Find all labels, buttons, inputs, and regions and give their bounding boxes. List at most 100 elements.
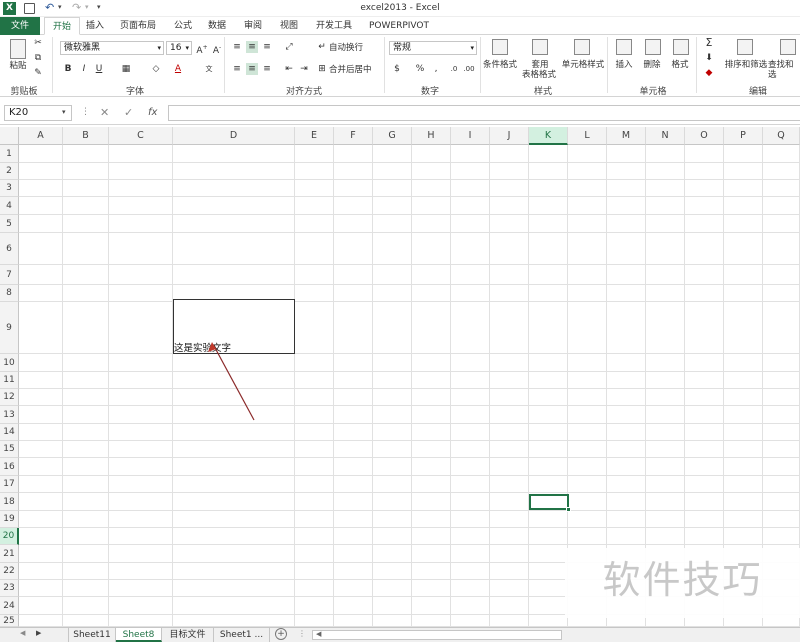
tab-home[interactable]: 开始 [44, 17, 80, 35]
column-header-j[interactable]: J [490, 127, 529, 145]
column-header-q[interactable]: Q [763, 127, 800, 145]
row-header-24[interactable]: 24 [0, 597, 19, 615]
find-select-icon[interactable] [780, 39, 796, 55]
fill-color-icon[interactable]: ◇ [150, 63, 162, 75]
enter-button[interactable]: ✓ [124, 106, 133, 119]
column-header-p[interactable]: P [724, 127, 763, 145]
font-size-select[interactable]: 16 ▾ [166, 41, 192, 55]
delete-cells-button[interactable]: 删除 [640, 60, 664, 70]
row-header-13[interactable]: 13 [0, 406, 19, 424]
select-all-button[interactable] [0, 127, 19, 145]
phonetic-icon[interactable]: 文 [203, 63, 215, 75]
tab-review[interactable]: 审阅 [240, 17, 266, 35]
decrease-indent-icon[interactable]: ⇤ [283, 63, 295, 75]
number-format-select[interactable]: 常规 ▾ [389, 41, 477, 55]
sheet-tab[interactable]: 目标文件 [162, 628, 214, 642]
tab-view[interactable]: 视图 [276, 17, 302, 35]
wrap-text-icon[interactable]: ↵ [316, 41, 328, 53]
conditional-formatting-button[interactable]: 条件格式 [482, 60, 518, 70]
accounting-icon[interactable]: $ [391, 63, 403, 75]
row-header-9[interactable]: 9 [0, 302, 19, 354]
row-header-8[interactable]: 8 [0, 285, 19, 302]
borders-icon[interactable]: ▦ [120, 63, 132, 75]
decrease-font-icon[interactable]: A- [211, 42, 223, 56]
sheet-tab[interactable]: Sheet11 [68, 628, 116, 642]
fill-handle[interactable] [566, 507, 571, 512]
formula-input[interactable] [168, 105, 800, 121]
sort-filter-button[interactable]: 排序和筛选 [724, 60, 768, 70]
paste-icon[interactable] [10, 39, 26, 59]
column-header-a[interactable]: A [19, 127, 63, 145]
bold-button[interactable]: B [62, 63, 74, 75]
row-header-10[interactable]: 10 [0, 354, 19, 372]
underline-button[interactable]: U [93, 63, 105, 75]
row-header-12[interactable]: 12 [0, 389, 19, 406]
increase-decimal-icon[interactable]: .0 [448, 63, 460, 75]
align-center-icon[interactable]: ≡ [246, 63, 258, 75]
delete-cells-icon[interactable] [645, 39, 661, 55]
orientation-icon[interactable]: ⤢ [283, 41, 295, 53]
row-header-20[interactable]: 20 [0, 528, 19, 545]
decrease-decimal-icon[interactable]: .00 [463, 63, 475, 75]
tab-file[interactable]: 文件 [0, 17, 40, 35]
align-right-icon[interactable]: ≡ [261, 63, 273, 75]
row-header-7[interactable]: 7 [0, 265, 19, 285]
column-header-i[interactable]: I [451, 127, 490, 145]
row-header-22[interactable]: 22 [0, 563, 19, 580]
row-header-1[interactable]: 1 [0, 145, 19, 163]
cancel-button[interactable]: ✕ [100, 106, 109, 119]
tab-data[interactable]: 数据 [204, 17, 230, 35]
column-header-m[interactable]: M [607, 127, 646, 145]
scroll-left-icon[interactable]: ◀ [316, 630, 321, 638]
format-cells-icon[interactable] [673, 39, 689, 55]
row-header-3[interactable]: 3 [0, 180, 19, 197]
cell-styles-button[interactable]: 单元格样式 [560, 60, 606, 70]
percent-button[interactable]: % [414, 63, 426, 75]
row-header-18[interactable]: 18 [0, 493, 19, 511]
row-header-15[interactable]: 15 [0, 441, 19, 458]
increase-indent-icon[interactable]: ⇥ [298, 63, 310, 75]
align-left-icon[interactable]: ≡ [231, 63, 243, 75]
tab-page-layout[interactable]: 页面布局 [116, 17, 160, 35]
clear-icon[interactable]: ◆ [703, 67, 715, 79]
tab-insert[interactable]: 插入 [82, 17, 108, 35]
row-header-5[interactable]: 5 [0, 215, 19, 233]
insert-function-button[interactable]: fx [148, 107, 157, 118]
row-header-21[interactable]: 21 [0, 545, 19, 563]
format-painter-icon[interactable]: ✎ [32, 67, 44, 79]
new-sheet-icon[interactable]: + [275, 628, 287, 640]
format-as-table-line2[interactable]: 表格格式 [516, 70, 562, 80]
sheet-tab[interactable]: Sheet1 ... [214, 628, 270, 642]
cell-styles-icon[interactable] [574, 39, 590, 55]
align-top-icon[interactable]: ≡ [231, 41, 243, 53]
column-header-d[interactable]: D [173, 127, 295, 145]
font-name-select[interactable]: 微软雅黑 ▾ [60, 41, 164, 55]
autosum-icon[interactable]: Σ [703, 37, 715, 49]
column-header-b[interactable]: B [63, 127, 109, 145]
column-header-g[interactable]: G [373, 127, 412, 145]
row-header-25[interactable]: 25 [0, 615, 19, 627]
merge-center-button[interactable]: 合并后居中 [329, 65, 379, 75]
tab-powerpivot[interactable]: POWERPIVOT [366, 17, 432, 35]
column-header-o[interactable]: O [685, 127, 724, 145]
row-header-11[interactable]: 11 [0, 372, 19, 389]
column-header-l[interactable]: L [568, 127, 607, 145]
sort-filter-icon[interactable] [737, 39, 753, 55]
row-header-4[interactable]: 4 [0, 197, 19, 215]
horizontal-scrollbar[interactable] [312, 630, 562, 640]
copy-icon[interactable]: ⧉ [32, 52, 44, 64]
row-header-2[interactable]: 2 [0, 163, 19, 180]
comma-button[interactable]: , [430, 63, 442, 75]
align-middle-icon[interactable]: ≡ [246, 41, 258, 53]
column-header-n[interactable]: N [646, 127, 685, 145]
align-bottom-icon[interactable]: ≡ [261, 41, 273, 53]
paste-button-label[interactable]: 粘贴 [6, 61, 30, 71]
insert-cells-button[interactable]: 插入 [612, 60, 636, 70]
row-header-14[interactable]: 14 [0, 424, 19, 441]
row-header-19[interactable]: 19 [0, 511, 19, 528]
cut-icon[interactable]: ✂ [32, 37, 44, 49]
column-header-e[interactable]: E [295, 127, 334, 145]
column-header-c[interactable]: C [109, 127, 173, 145]
italic-button[interactable]: I [78, 63, 90, 75]
row-header-16[interactable]: 16 [0, 458, 19, 476]
